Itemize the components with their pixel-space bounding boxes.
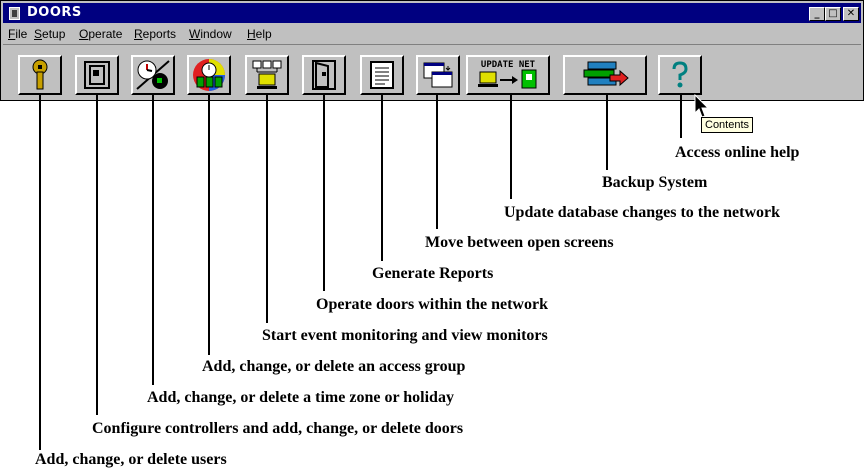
switch-screens-icon [423,62,453,88]
minimize-button[interactable]: _ [809,7,825,21]
controller-door-icon [84,61,110,89]
update-net-button[interactable]: UPDATE NET [466,55,550,95]
open-door-icon [312,60,336,90]
update-net-icon: UPDATE NET [478,60,537,89]
callout-line-update-net [510,95,512,199]
time-zone-button[interactable] [131,55,175,95]
callout-line-monitoring [266,95,268,323]
callout-help: Access online help [675,144,800,161]
key-icon [32,59,48,90]
close-button[interactable]: ✕ [843,7,859,21]
callout-controllers: Configure controllers and add, change, o… [92,420,464,437]
window-title: DOORS [27,5,82,20]
title-bar[interactable]: DOORS _ □ ✕ [3,3,861,23]
backup-icon [583,61,629,87]
menu-setup[interactable]: Setup [34,27,65,41]
backup-system-button[interactable] [563,55,647,95]
access-group-icon [193,59,225,91]
callout-operate-doors: Operate doors within the network [316,296,548,313]
callout-time-zone: Add, change, or delete a time zone or ho… [147,389,454,406]
update-net-text: UPDATE NET [481,60,536,70]
callout-line-backup [606,95,608,170]
callout-access-group: Add, change, or delete an access group [202,358,466,375]
switch-screens-button[interactable] [416,55,460,95]
tooltip: Contents [701,117,754,133]
reports-button[interactable] [360,55,404,95]
callout-line-controllers [96,95,98,415]
event-monitoring-button[interactable] [245,55,289,95]
menu-help[interactable]: Help [247,27,272,41]
callout-users: Add, change, or delete users [35,451,227,468]
maximize-button[interactable]: □ [825,7,841,21]
callout-line-users [39,95,41,450]
callout-line-operate [323,95,325,291]
controllers-doors-button[interactable] [75,55,119,95]
callout-move-screens: Move between open screens [425,234,614,251]
report-icon [370,61,394,89]
operate-doors-button[interactable] [302,55,346,95]
clock-icon [136,60,170,90]
menu-bar: File Setup Operate Reports Window Help [3,25,861,43]
menu-reports[interactable]: Reports [134,27,176,41]
callout-line-time-zone [152,95,154,385]
callout-line-access-group [208,95,210,355]
menu-file[interactable]: File [8,27,27,41]
callout-line-help [680,95,682,138]
menu-operate[interactable]: Operate [79,27,122,41]
callout-update-net: Update database changes to the network [504,204,780,221]
app-icon[interactable] [9,7,20,20]
help-button[interactable] [658,55,702,95]
callout-monitoring: Start event monitoring and view monitors [262,327,548,344]
users-button[interactable] [18,55,62,95]
menu-window[interactable]: Window [189,27,232,41]
help-icon [672,61,688,88]
callout-backup: Backup System [602,174,708,191]
callout-line-screens [436,95,438,229]
callout-reports: Generate Reports [372,265,494,282]
monitor-network-icon [252,60,282,89]
access-group-button[interactable] [187,55,231,95]
callout-line-reports [381,95,383,261]
